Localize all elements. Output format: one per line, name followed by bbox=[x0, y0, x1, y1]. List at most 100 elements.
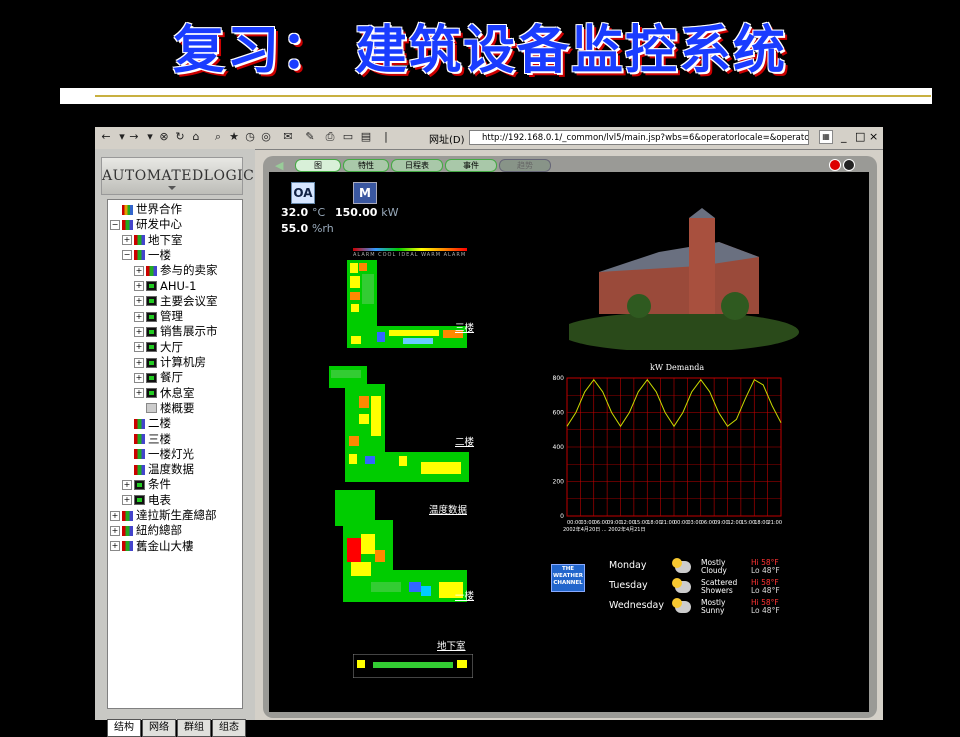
tree-item-label: 大厅 bbox=[160, 339, 183, 354]
address-input[interactable]: http://192.168.0.1/_common/lvl5/main.jsp… bbox=[469, 130, 809, 145]
forward-icon[interactable]: → bbox=[127, 130, 141, 144]
tree-item[interactable]: − 一楼 bbox=[122, 248, 171, 262]
tree-item[interactable]: + 休息室 bbox=[134, 386, 195, 400]
tree-item[interactable]: 一楼灯光 bbox=[122, 447, 194, 461]
tree-item-label: 三楼 bbox=[148, 431, 171, 446]
favorites-icon[interactable]: ★ bbox=[227, 130, 241, 144]
building-icon bbox=[122, 525, 133, 536]
maximize-button[interactable]: □ bbox=[855, 130, 865, 143]
y-tick-label: 600 bbox=[553, 410, 565, 417]
third-floor-label[interactable]: 三楼 bbox=[455, 320, 474, 334]
expand-icon[interactable]: + bbox=[134, 388, 144, 399]
tree-item[interactable]: + 销售展示市 bbox=[134, 324, 218, 338]
stop-icon[interactable]: ⊗ bbox=[157, 130, 171, 144]
tree-item[interactable]: 楼概要 bbox=[134, 401, 195, 415]
expand-icon[interactable]: + bbox=[122, 495, 132, 506]
back-arrow-icon[interactable]: ◀ bbox=[275, 159, 283, 172]
back-icon[interactable]: ← bbox=[99, 130, 113, 144]
equipment-icon bbox=[146, 357, 157, 368]
tree-item[interactable]: + 餐厅 bbox=[134, 370, 183, 384]
forecast-low: Lo 48°F bbox=[751, 586, 780, 595]
power-icon[interactable] bbox=[843, 159, 855, 171]
tree-item[interactable]: 二楼 bbox=[122, 416, 171, 430]
history-icon[interactable]: ◷ bbox=[243, 130, 257, 144]
basement-label[interactable]: 地下室 bbox=[437, 638, 466, 652]
basement-plan[interactable] bbox=[353, 654, 473, 678]
tree-item[interactable]: + AHU-1 bbox=[134, 279, 196, 293]
tree-item[interactable]: + 達拉斯生產總部 bbox=[110, 508, 217, 522]
tree-item[interactable]: + 紐約總部 bbox=[110, 523, 182, 537]
channels-icon[interactable]: ◎ bbox=[259, 130, 273, 144]
tree-item[interactable]: + 电表 bbox=[122, 493, 171, 507]
tab-group[interactable]: 群组 bbox=[177, 719, 211, 737]
tree-item[interactable]: + 管理 bbox=[134, 309, 183, 323]
close-button[interactable]: × bbox=[869, 130, 878, 143]
tree-item[interactable]: + 计算机房 bbox=[134, 355, 206, 369]
print-icon[interactable]: ⎙ bbox=[323, 130, 337, 144]
expand-icon[interactable]: + bbox=[134, 281, 144, 291]
expand-icon[interactable]: + bbox=[110, 510, 120, 521]
third-floor-plan[interactable] bbox=[347, 260, 467, 348]
x-tick-label: 09:00 bbox=[714, 520, 728, 526]
weather-cloud-icon bbox=[672, 598, 691, 613]
tab-graphics[interactable]: 图 bbox=[295, 159, 341, 172]
temperature-legend-bar bbox=[353, 248, 467, 251]
expand-icon[interactable]: + bbox=[134, 357, 144, 368]
tab-properties[interactable]: 特性 bbox=[343, 159, 389, 172]
tree-item[interactable]: + 参与的卖家 bbox=[134, 263, 218, 277]
expand-icon[interactable]: + bbox=[134, 326, 144, 337]
tree-item[interactable]: + 主要会议室 bbox=[134, 294, 218, 308]
second-floor-plan[interactable] bbox=[329, 366, 473, 484]
x-tick-label: 21:00 bbox=[768, 520, 782, 526]
alarm-icon[interactable] bbox=[829, 159, 841, 171]
expand-icon[interactable]: + bbox=[122, 235, 132, 246]
tab-network[interactable]: 网络 bbox=[142, 719, 176, 737]
tab-config[interactable]: 组态 bbox=[212, 719, 246, 737]
tree-item[interactable]: + 舊金山大樓 bbox=[110, 539, 194, 553]
tree-item[interactable]: 三楼 bbox=[122, 432, 171, 446]
expand-icon[interactable]: + bbox=[110, 525, 120, 536]
tab-events[interactable]: 事件 bbox=[445, 159, 497, 172]
collapse-icon[interactable]: − bbox=[110, 219, 120, 230]
second-floor-label[interactable]: 二楼 bbox=[455, 434, 474, 448]
edit-icon[interactable]: ✎ bbox=[303, 130, 317, 144]
expand-icon[interactable]: + bbox=[134, 342, 144, 353]
forecast-day: Tuesday bbox=[609, 580, 648, 591]
home-icon[interactable]: ⌂ bbox=[189, 130, 203, 144]
mail-icon[interactable]: ✉ bbox=[281, 130, 295, 144]
slide-title: 复习： 建筑设备监控系统 bbox=[172, 21, 788, 81]
tree-item-label: 条件 bbox=[148, 477, 171, 492]
x-tick-label: 12:00 bbox=[728, 520, 742, 526]
equipment-icon bbox=[146, 311, 157, 322]
dropdown-icon[interactable]: ▾ bbox=[143, 130, 157, 144]
logo-dropdown-icon[interactable] bbox=[168, 186, 176, 190]
expand-icon[interactable]: + bbox=[134, 311, 144, 322]
expand-icon[interactable]: + bbox=[134, 296, 144, 307]
first-floor-plan[interactable] bbox=[329, 490, 473, 604]
tree-item[interactable]: + 条件 bbox=[122, 477, 171, 491]
refresh-icon[interactable]: ↻ bbox=[173, 130, 187, 144]
building-icon bbox=[134, 250, 145, 261]
expand-icon[interactable]: + bbox=[134, 265, 144, 276]
minimize-button[interactable]: _ bbox=[841, 130, 847, 143]
building-icon bbox=[122, 510, 133, 521]
expand-icon[interactable]: + bbox=[110, 541, 120, 552]
expand-icon[interactable]: + bbox=[122, 479, 132, 490]
tree-item-label: 餐厅 bbox=[160, 370, 183, 385]
x-tick-label: 15:00 bbox=[741, 520, 755, 526]
document-icon[interactable]: ▤ bbox=[359, 130, 373, 144]
browser-toolbar: ← ▾ → ▾ ⊗ ↻ ⌂ ⌕ ★ ◷ ◎ ✉ ✎ ⎙ ▭ ▤ | 网址(D) … bbox=[95, 127, 883, 150]
page-icon[interactable]: ▭ bbox=[341, 130, 355, 144]
expand-icon[interactable]: + bbox=[134, 372, 144, 383]
tab-structure[interactable]: 结构 bbox=[107, 719, 141, 737]
tab-schedule[interactable]: 日程表 bbox=[391, 159, 443, 172]
first-floor-label[interactable]: 一楼 bbox=[455, 588, 474, 602]
search-icon[interactable]: ⌕ bbox=[211, 130, 225, 144]
tab-trends[interactable]: 趋势 bbox=[499, 159, 551, 172]
tree-item[interactable]: 温度数据 bbox=[122, 462, 194, 476]
tree-item[interactable]: + 大厅 bbox=[134, 340, 183, 354]
tree-item[interactable]: − 研发中心 bbox=[110, 217, 182, 231]
tree-item[interactable]: + 地下室 bbox=[122, 233, 183, 247]
collapse-icon[interactable]: − bbox=[122, 250, 132, 261]
tree-item[interactable]: 世界合作 bbox=[110, 202, 182, 216]
